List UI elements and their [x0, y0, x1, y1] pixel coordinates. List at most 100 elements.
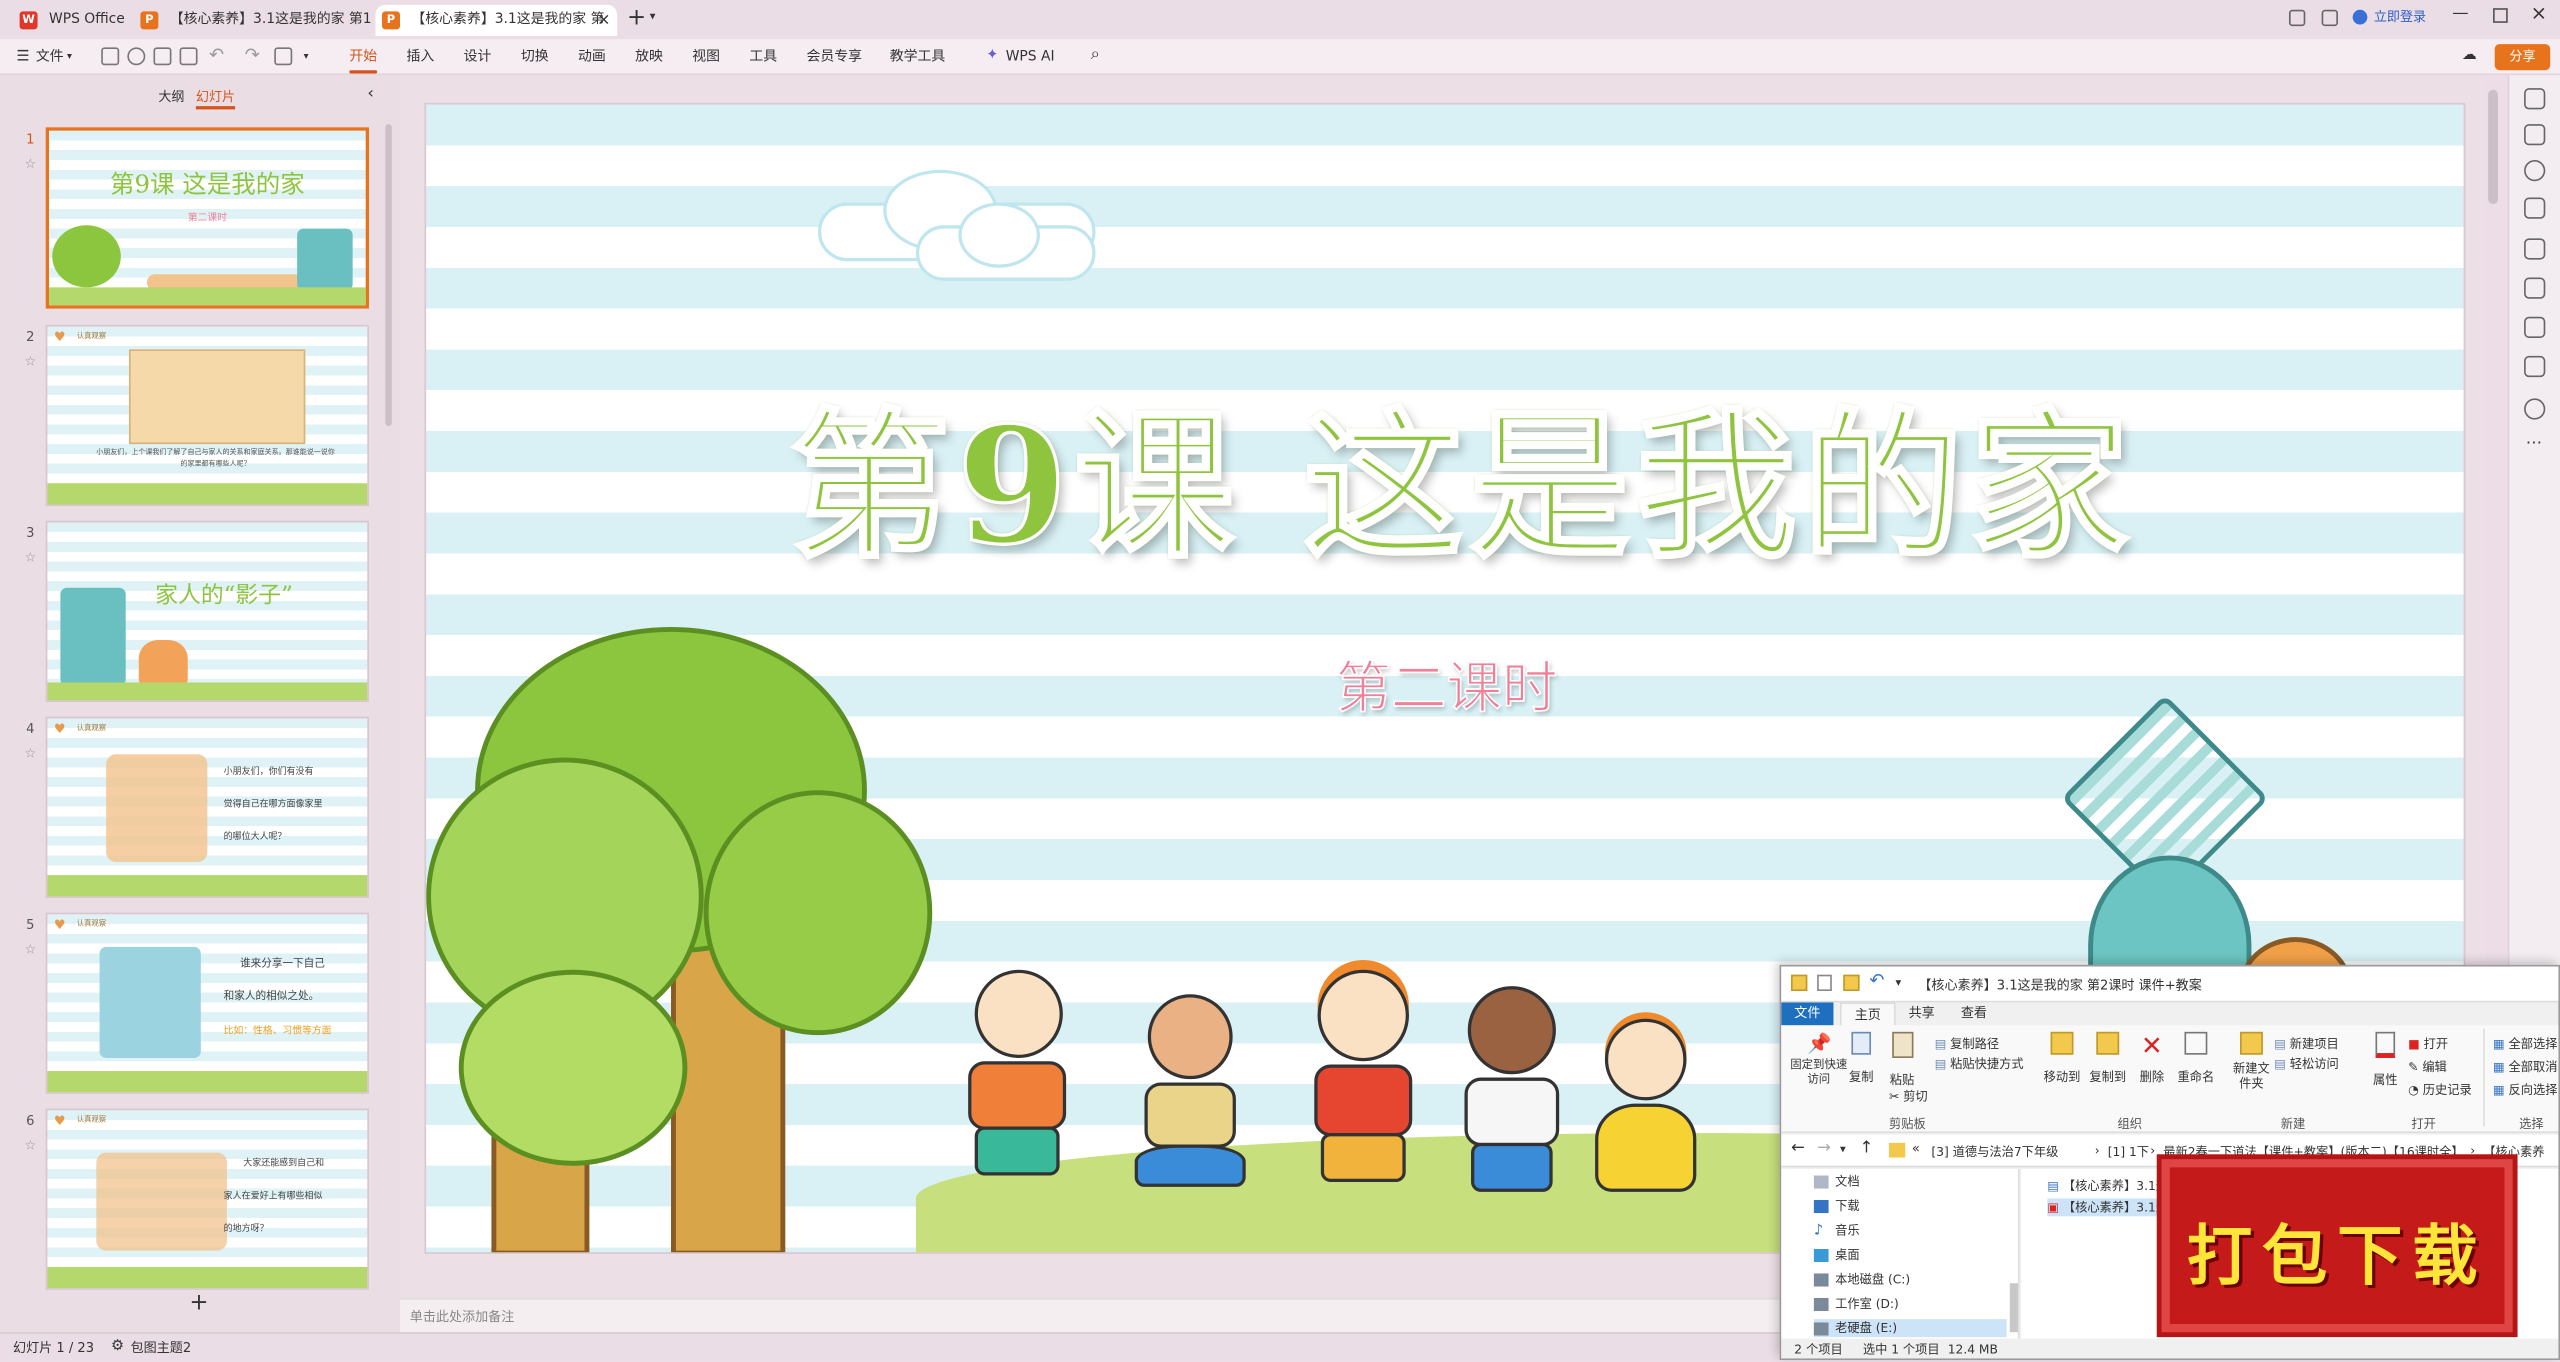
menu-member[interactable]: 会员专享 [807, 39, 863, 75]
window-layout-icon[interactable] [2288, 9, 2306, 27]
tab-outline[interactable]: 大纲 [158, 88, 184, 106]
transition-icon[interactable] [2524, 355, 2546, 378]
add-slide-button[interactable]: + [189, 1290, 208, 1316]
pin-quick-access-button[interactable]: 📌 固定到快速访问 [1788, 1032, 1850, 1088]
paste-shortcut-button[interactable]: ▤ 粘贴快捷方式 [1935, 1055, 2024, 1073]
cut-button[interactable]: ✂ 剪切 [1889, 1087, 1928, 1105]
cloud-sync-icon[interactable]: ☁ [2462, 47, 2477, 63]
window-close-icon[interactable]: × [2531, 2, 2547, 25]
move-to-button[interactable]: 移动到 [2042, 1031, 2081, 1086]
menu-transition[interactable]: 切换 [521, 39, 549, 75]
breadcrumb-item[interactable]: [1] 1下 [2108, 1143, 2149, 1161]
chevron-down-icon[interactable]: ▾ [67, 51, 72, 62]
nav-item-drive-d[interactable]: 工作室 (D:) [1813, 1295, 1899, 1313]
shape-icon[interactable] [2524, 238, 2546, 260]
save-icon[interactable] [101, 47, 120, 66]
menu-teaching-tools[interactable]: 教学工具 [890, 39, 946, 75]
chevron-down-icon[interactable]: ▾ [1896, 976, 1902, 989]
format-painter-icon[interactable] [274, 47, 293, 66]
tab-document-1[interactable]: P 【核心素养】3.1这是我的家 第1课时 [134, 5, 372, 36]
chevron-down-icon[interactable]: ▾ [650, 10, 656, 23]
star-icon[interactable]: ☆ [24, 550, 36, 565]
tab-wps-office[interactable]: W WPS Office [13, 5, 131, 36]
select-all-button[interactable]: ▦ 全部选择 [2493, 1035, 2557, 1053]
nav-item-music[interactable]: ♪ 音乐 [1814, 1221, 1860, 1239]
slide-thumbnail-3[interactable]: 家人的“影子” [45, 520, 369, 703]
theme-status[interactable]: 包图主题2 [131, 1334, 192, 1362]
star-icon[interactable]: ☆ [24, 942, 36, 957]
star-icon[interactable]: ☆ [24, 157, 36, 172]
easy-access-button[interactable]: ▤ 轻松访问 [2274, 1055, 2338, 1073]
menu-slideshow[interactable]: 放映 [635, 39, 663, 75]
rename-button[interactable]: 重命名 [2176, 1031, 2215, 1086]
properties-icon[interactable] [1817, 974, 1832, 992]
tab-slides[interactable]: 幻灯片 [195, 88, 236, 110]
delete-button[interactable]: ✕ 删除 [2137, 1031, 2166, 1086]
nav-item-desktop[interactable]: 桌面 [1813, 1246, 1860, 1264]
animation-icon[interactable] [2524, 277, 2546, 299]
history-button[interactable]: ◔ 历史记录 [2408, 1081, 2472, 1099]
book-icon[interactable] [2524, 316, 2546, 338]
edit-button[interactable]: ✎ 编辑 [2408, 1058, 2447, 1076]
login-link[interactable]: 立即登录 [2374, 8, 2426, 26]
slide-thumbnail-2[interactable]: ♥ 认真观察 小朋友们，上个课我们了解了自己与家人的关系和家庭关系。那谁能说一说… [45, 324, 369, 507]
ribbon-tab-home[interactable]: 主页 [1839, 1002, 1896, 1026]
slide-thumbnail-1[interactable]: 第9课 这是我的家 第二课时 [45, 127, 369, 309]
forward-arrow-icon[interactable]: → [1817, 1140, 1831, 1158]
properties-button[interactable]: 属性 [2369, 1031, 2402, 1089]
breadcrumb-overflow-icon[interactable]: « [1912, 1141, 1920, 1156]
settings-sliders-icon[interactable] [2524, 124, 2546, 146]
package-download-button[interactable]: 打包下载 [2161, 1159, 2513, 1333]
layers-icon[interactable] [2524, 197, 2546, 219]
up-arrow-icon[interactable]: ↑ [1860, 1140, 1874, 1158]
minimize-icon[interactable]: — [2452, 5, 2468, 23]
panel-scrollbar[interactable] [385, 124, 392, 427]
copy-button[interactable]: 复制 [1847, 1031, 1876, 1086]
search-icon[interactable]: ⌕ [1091, 46, 1100, 64]
star-icon[interactable]: ☆ [24, 1138, 36, 1153]
more-icon[interactable]: ⋯ [2526, 434, 2542, 452]
nav-scrollbar[interactable] [2009, 1283, 2018, 1333]
back-arrow-icon[interactable]: ← [1791, 1140, 1805, 1158]
hamburger-icon[interactable]: ☰ [16, 49, 29, 65]
redo-icon[interactable]: ↷ [245, 44, 260, 65]
menu-design[interactable]: 设计 [464, 39, 492, 75]
slide-thumbnail-5[interactable]: ♥ 认真观察 谁来分享一下自己 和家人的相似之处。 比如：性格、习惯等方面 [45, 912, 369, 1094]
undo-icon[interactable]: ↶ [1869, 970, 1884, 991]
chevron-down-icon[interactable]: ▾ [304, 51, 309, 62]
breadcrumb-item[interactable]: 最新2春一下道法【课件+教案】(版本二)【16课时全】 [2163, 1143, 2463, 1161]
new-item-button[interactable]: ▤ 新建项目 [2274, 1035, 2338, 1053]
ribbon-tab-share[interactable]: 共享 [1896, 1002, 1948, 1025]
breadcrumb-item[interactable]: [3] 道德与法治7下年级 [1931, 1143, 2058, 1161]
preview-icon[interactable] [179, 47, 198, 66]
menu-view[interactable]: 视图 [692, 39, 720, 75]
slide-subtitle[interactable]: 第二课时 [1275, 643, 1618, 723]
chevron-down-icon[interactable]: ▾ [1840, 1143, 1846, 1156]
breadcrumb-item[interactable]: 【核心素养 [2483, 1143, 2544, 1161]
new-tab-plus-icon[interactable]: + [627, 5, 646, 31]
new-folder-button[interactable]: 新建文件夹 [2232, 1031, 2271, 1091]
menu-insert[interactable]: 插入 [407, 39, 435, 75]
open-button[interactable]: ■ 打开 [2408, 1035, 2448, 1053]
slide-thumbnail-6[interactable]: ♥ 认真观察 大家还能感到自己和 家人在爱好上有哪些相似 的地方呀？ [45, 1108, 369, 1290]
ribbon-tab-view[interactable]: 查看 [1948, 1002, 2000, 1025]
close-icon[interactable]: × [597, 5, 611, 36]
file-menu[interactable]: 文件 [36, 39, 64, 75]
nav-item-downloads[interactable]: 下载 [1813, 1197, 1860, 1215]
paste-button[interactable]: 粘贴 [1886, 1031, 1919, 1089]
tab-document-2[interactable]: P 【核心素养】3.1这是我的家 第 × [375, 4, 618, 36]
new-folder-icon[interactable] [1843, 974, 1860, 992]
print-icon[interactable] [153, 47, 172, 66]
star-icon[interactable]: ☆ [24, 746, 36, 761]
menu-wps-ai[interactable]: WPS AI [1006, 39, 1055, 75]
help-icon[interactable] [2524, 398, 2546, 420]
slide-scrollbar[interactable] [2488, 89, 2498, 205]
skin-icon[interactable] [2321, 9, 2338, 27]
undo-icon[interactable]: ↶ [209, 44, 224, 65]
star-icon[interactable]: ☆ [24, 354, 36, 369]
ribbon-tab-file[interactable]: 文件 [1781, 1002, 1834, 1026]
collapse-panel-icon[interactable]: ‹ [367, 85, 374, 103]
export-icon[interactable] [127, 47, 146, 66]
slide-title[interactable]: 第9课 这是我的家 [704, 358, 2222, 590]
expand-icon[interactable] [2524, 88, 2546, 110]
